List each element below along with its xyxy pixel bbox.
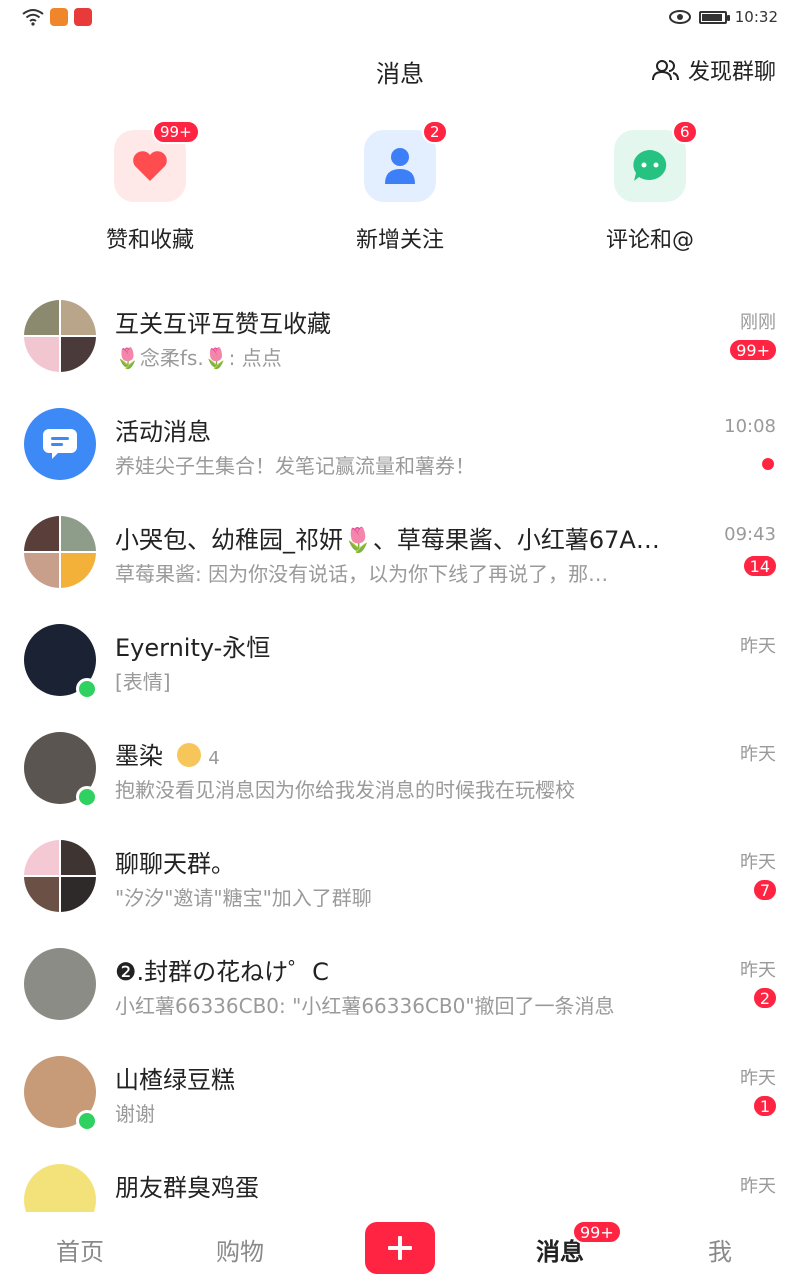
quick-actions: 99+ 赞和收藏 2 新增关注 6 评论和@ bbox=[0, 120, 800, 260]
chat-preview: 草莓果酱: 因为你没有说话，以为你下线了再说了，那… bbox=[115, 562, 609, 586]
new-followers[interactable]: 2 新增关注 bbox=[300, 120, 500, 254]
status-time: 10:32 bbox=[734, 8, 778, 26]
list-item[interactable]: 小哭包、幼稚园_祁妍🌷、草莓果酱、小红薯67A… 草莓果酱: 因为你没有说话，以… bbox=[0, 508, 800, 616]
chat-preview: 抱歉没看见消息因为你给我发消息的时候我在玩樱校 bbox=[115, 778, 575, 802]
chat-time: 09:43 bbox=[724, 524, 776, 545]
chat-title: 小哭包、幼稚园_祁妍🌷、草莓果酱、小红薯67A… bbox=[115, 526, 660, 554]
group-avatar bbox=[24, 516, 96, 588]
chat-title: 朋友群臭鸡蛋 bbox=[115, 1174, 259, 1202]
unread-badge: 14 bbox=[741, 554, 778, 578]
title-extra: 4 bbox=[208, 748, 220, 769]
chat-preview: 谢谢 bbox=[115, 1102, 155, 1126]
list-item[interactable]: 聊聊天群。 "汐汐"邀请"糖宝"加入了群聊 昨天 7 bbox=[0, 832, 800, 940]
nav-me[interactable]: 我 bbox=[660, 1232, 780, 1267]
avatar bbox=[24, 1164, 96, 1212]
unread-badge: 1 bbox=[751, 1094, 778, 1118]
emoji-icon bbox=[176, 743, 201, 767]
list-item[interactable]: ❷.封群の花ねけ゜C 小红薯66336CB0: "小红薯66336CB0"撤回了… bbox=[0, 940, 800, 1048]
likes-label: 赞和收藏 bbox=[105, 228, 194, 253]
comments-label: 评论和@ bbox=[605, 228, 694, 253]
wifi-icon bbox=[22, 9, 44, 26]
chat-time: 10:08 bbox=[724, 416, 776, 437]
chat-icon bbox=[633, 150, 667, 181]
chat-title: 活动消息 bbox=[115, 418, 211, 446]
followers-icon-tile: 2 bbox=[364, 120, 448, 202]
unread-badge: 2 bbox=[751, 986, 778, 1010]
message-icon bbox=[43, 429, 77, 459]
comments-and-mentions[interactable]: 6 评论和@ bbox=[550, 120, 750, 254]
chat-time: 昨天 bbox=[740, 852, 776, 873]
comments-badge: 6 bbox=[672, 120, 698, 144]
list-item[interactable]: 山楂绿豆糕 谢谢 昨天 1 bbox=[0, 1048, 800, 1156]
comments-icon-tile: 6 bbox=[614, 120, 698, 202]
list-item[interactable]: 活动消息 养娃尖子生集合！发笔记赢流量和薯券！ 10:08 bbox=[0, 400, 800, 508]
users-icon bbox=[651, 60, 679, 81]
group-avatar bbox=[24, 300, 96, 372]
message-list[interactable]: 互关互评互赞互收藏 🌷念柔fs.🌷: 点点 刚刚 99+ 活动消息 养娃尖子生集… bbox=[0, 292, 800, 1212]
app-notification-icon bbox=[50, 8, 68, 26]
unread-badge: 99+ bbox=[728, 338, 778, 362]
chat-time: 刚刚 bbox=[740, 312, 776, 333]
plus-icon bbox=[388, 1236, 412, 1260]
messages-nav-badge: 99+ bbox=[572, 1220, 622, 1244]
list-item[interactable]: Eyernity-永恒 [表情] 昨天 bbox=[0, 616, 800, 724]
chat-time: 昨天 bbox=[740, 744, 776, 765]
status-left bbox=[22, 8, 92, 26]
person-icon bbox=[385, 148, 415, 184]
online-indicator bbox=[76, 1110, 98, 1132]
chat-title: 墨染 bbox=[115, 742, 163, 770]
followers-label: 新增关注 bbox=[355, 228, 444, 253]
unread-badge: 7 bbox=[751, 878, 778, 902]
chat-time: 昨天 bbox=[740, 636, 776, 657]
app-notification-icon bbox=[74, 8, 92, 26]
likes-badge: 99+ bbox=[152, 120, 200, 144]
followers-badge: 2 bbox=[422, 120, 448, 144]
bottom-nav: 首页 购物 消息 99+ 我 bbox=[0, 1212, 800, 1280]
discover-label: 发现群聊 bbox=[687, 60, 776, 85]
group-avatar bbox=[24, 840, 96, 912]
chat-preview: 养娃尖子生集合！发笔记赢流量和薯券！ bbox=[115, 454, 475, 478]
create-post-button[interactable] bbox=[365, 1222, 435, 1274]
activity-avatar bbox=[24, 408, 96, 480]
online-indicator bbox=[76, 786, 98, 808]
chat-title: ❷.封群の花ねけ゜C bbox=[115, 958, 329, 986]
online-indicator bbox=[76, 678, 98, 700]
discover-group-chat-button[interactable]: 发现群聊 bbox=[651, 54, 776, 86]
heart-icon bbox=[133, 151, 167, 181]
chat-time: 昨天 bbox=[740, 1068, 776, 1089]
chat-title: Eyernity-永恒 bbox=[115, 634, 271, 662]
avatar bbox=[24, 948, 96, 1020]
nav-shop[interactable]: 购物 bbox=[180, 1232, 300, 1267]
chat-title: 聊聊天群。 bbox=[115, 850, 235, 878]
header: 消息 发现群聊 bbox=[0, 36, 800, 102]
chat-time: 昨天 bbox=[740, 960, 776, 981]
status-bar: 10:32 bbox=[0, 0, 800, 36]
list-item[interactable]: 墨染 4 抱歉没看见消息因为你给我发消息的时候我在玩樱校 昨天 bbox=[0, 724, 800, 832]
chat-title-wrap: 墨染 4 bbox=[115, 736, 715, 771]
chat-preview: 🌷念柔fs.🌷: 点点 bbox=[115, 346, 282, 370]
chat-preview: "汐汐"邀请"糖宝"加入了群聊 bbox=[115, 886, 372, 910]
chat-preview: 小红薯66336CB0: "小红薯66336CB0"撤回了一条消息 bbox=[115, 994, 615, 1018]
list-item[interactable]: 朋友群臭鸡蛋 昨天 bbox=[0, 1156, 800, 1212]
chat-title: 互关互评互赞互收藏 bbox=[115, 310, 331, 338]
unread-dot bbox=[762, 458, 774, 470]
chat-title: 山楂绿豆糕 bbox=[115, 1066, 235, 1094]
battery-icon bbox=[698, 10, 730, 24]
list-item[interactable]: 互关互评互赞互收藏 🌷念柔fs.🌷: 点点 刚刚 99+ bbox=[0, 292, 800, 400]
eye-icon bbox=[668, 10, 691, 24]
likes-and-favorites[interactable]: 99+ 赞和收藏 bbox=[50, 120, 250, 254]
chat-time: 昨天 bbox=[740, 1176, 776, 1197]
nav-home[interactable]: 首页 bbox=[20, 1232, 140, 1267]
status-right: 10:32 bbox=[668, 8, 778, 26]
chat-preview: [表情] bbox=[115, 670, 171, 694]
likes-icon-tile: 99+ bbox=[114, 120, 200, 202]
